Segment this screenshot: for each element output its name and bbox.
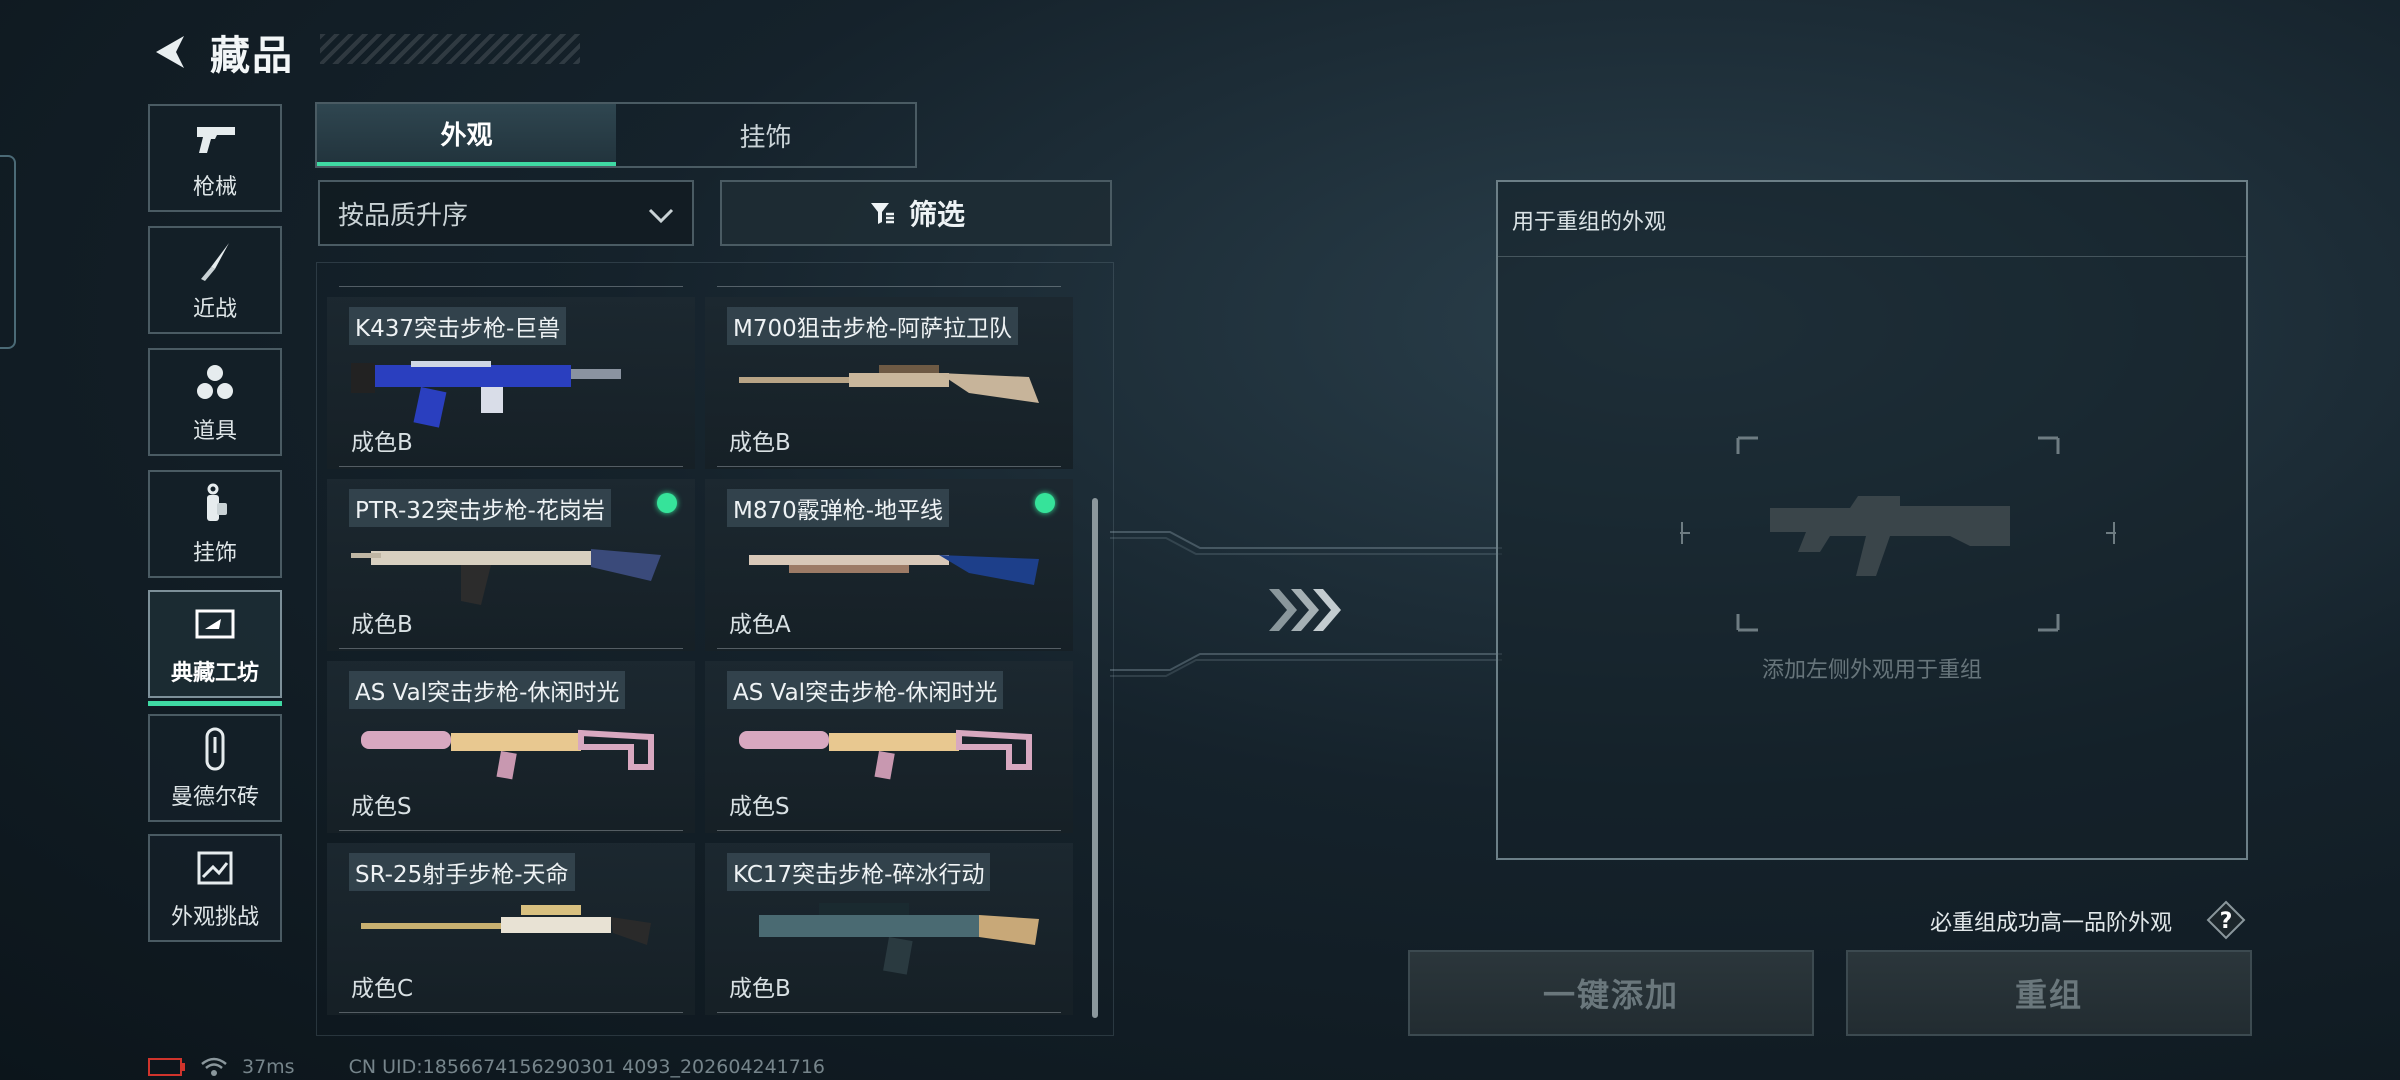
category-tabs: 外观 挂饰 (315, 102, 917, 168)
skin-card[interactable]: SR-25射手步枪-天命 成色C (327, 843, 695, 1015)
sidebar-item-melee[interactable]: 近战 (148, 226, 282, 334)
skin-name: M870霰弹枪-地平线 (727, 489, 950, 527)
skin-name: K437突击步枪-巨兽 (349, 307, 567, 345)
skin-grade: 成色B (351, 430, 413, 456)
divider (1498, 256, 2246, 257)
skin-card[interactable]: M870霰弹枪-地平线 成色A (705, 479, 1073, 651)
page-title: 藏品 (210, 33, 294, 79)
rifle-image-blue-camo (351, 361, 621, 428)
sidebar-item-collection-workshop[interactable]: 典藏工坊 (148, 590, 282, 706)
sort-dropdown[interactable]: 按品质升序 (318, 180, 694, 246)
filter-button[interactable]: 筛选 (720, 180, 1112, 246)
sidebar-item-firearms[interactable]: 枪械 (148, 104, 282, 212)
grenades-icon (197, 365, 233, 399)
page-header: 藏品 (148, 22, 294, 82)
edge-handle (0, 155, 16, 349)
partial-card (705, 263, 1073, 289)
sidebar-item-mandel-brick[interactable]: 曼德尔砖 (148, 714, 282, 822)
rifle-image-granite (351, 549, 661, 605)
mandel-brick-icon (205, 727, 225, 771)
workshop-icon (195, 609, 235, 639)
sidebar-item-charms[interactable]: 挂饰 (148, 470, 282, 578)
skin-grade: 成色C (351, 976, 414, 1002)
ping-value: 37ms (242, 1056, 295, 1078)
user-uid: CN UID:1856674156290301 4093_20260424171… (348, 1056, 826, 1078)
skin-card[interactable]: M700狙击步枪-阿萨拉卫队 成色B (705, 297, 1073, 469)
skin-grade: 成色B (729, 430, 791, 456)
quick-add-button[interactable]: 一键添加 (1408, 950, 1814, 1036)
skin-name: AS Val突击步枪-休闲时光 (349, 671, 626, 709)
battery-icon (148, 1058, 185, 1076)
sidebar-item-gear[interactable]: 道具 (148, 348, 282, 456)
skin-grade: 成色B (351, 612, 413, 638)
skin-grid: K437突击步枪-巨兽 成色B M700狙击步枪-阿萨拉卫队 成色B PTR-3… (316, 262, 1114, 1036)
skin-card[interactable]: K437突击步枪-巨兽 成色B (327, 297, 695, 469)
skin-name: AS Val突击步枪-休闲时光 (727, 671, 1004, 709)
challenge-image-icon (197, 851, 233, 885)
rifle-image-gold-pink (739, 729, 1032, 780)
sort-value: 按品质升序 (338, 200, 469, 231)
sidebar-item-label: 曼德尔砖 (170, 785, 259, 810)
charm-icon (207, 483, 227, 521)
skin-name: SR-25射手步枪-天命 (349, 853, 575, 891)
skin-name: PTR-32突击步枪-花岗岩 (349, 489, 611, 527)
knife-icon (201, 243, 229, 281)
marksman-rifle-image-white-gold (361, 905, 651, 945)
sidebar-item-label: 挂饰 (192, 541, 237, 566)
wifi-icon (201, 1057, 227, 1076)
recombine-button[interactable]: 重组 (1846, 950, 2252, 1036)
tab-charms[interactable]: 挂饰 (616, 104, 915, 166)
skin-card[interactable]: KC17突击步枪-碎冰行动 成色B (705, 843, 1073, 1015)
svg-text:?: ? (2220, 909, 2233, 934)
skin-name: KC17突击步枪-碎冰行动 (727, 853, 991, 891)
equipped-indicator (1035, 493, 1055, 513)
sidebar-item-label: 外观挑战 (170, 905, 259, 930)
recombine-hint: 添加左侧外观用于重组 (1761, 658, 1982, 683)
back-arrow-icon[interactable] (148, 30, 192, 74)
recombine-title: 用于重组的外观 (1512, 210, 1667, 235)
sidebar-item-label: 近战 (192, 297, 237, 322)
rifle-image-ice-camo (759, 903, 1039, 975)
skin-grade: 成色S (729, 794, 790, 820)
skin-grade: 成色B (729, 976, 791, 1002)
skin-card[interactable]: AS Val突击步枪-休闲时光 成色S (705, 661, 1073, 833)
chevron-down-icon (648, 208, 674, 224)
title-decoration (320, 34, 580, 64)
sidebar-item-appearance-challenge[interactable]: 外观挑战 (148, 834, 282, 942)
sidebar-item-label: 道具 (192, 419, 237, 444)
pistol-icon (197, 127, 235, 153)
help-icon[interactable]: ? (2206, 900, 2246, 940)
partial-card (327, 263, 695, 289)
shotgun-image-horizon (749, 555, 1039, 585)
grid-scrollbar[interactable] (1092, 498, 1098, 1018)
rifle-image-gold-pink (361, 729, 654, 780)
skin-grade: 成色A (729, 612, 791, 638)
skin-card[interactable]: AS Val突击步枪-休闲时光 成色S (327, 661, 695, 833)
sniper-image-ornate (739, 365, 1039, 403)
status-bar: 37ms CN UID:1856674156290301 4093_202604… (148, 1054, 825, 1080)
skin-name: M700狙击步枪-阿萨拉卫队 (727, 307, 1019, 345)
triple-chevron-icon (1269, 589, 1341, 631)
filter-icon (870, 203, 894, 224)
sidebar-item-label: 枪械 (192, 175, 237, 200)
empty-slot-rifle-icon[interactable] (1680, 436, 2116, 632)
sidebar-item-label: 典藏工坊 (170, 661, 259, 686)
recombine-rule: 必重组成功高一品阶外观 (1930, 911, 2173, 936)
equipped-indicator (657, 493, 677, 513)
skin-card[interactable]: PTR-32突击步枪-花岗岩 成色B (327, 479, 695, 651)
recombine-panel: 用于重组的外观 添加左侧外观用于重组 (1496, 180, 2248, 860)
skin-grade: 成色S (351, 794, 412, 820)
filter-label: 筛选 (908, 198, 965, 231)
tab-appearance[interactable]: 外观 (317, 104, 616, 166)
